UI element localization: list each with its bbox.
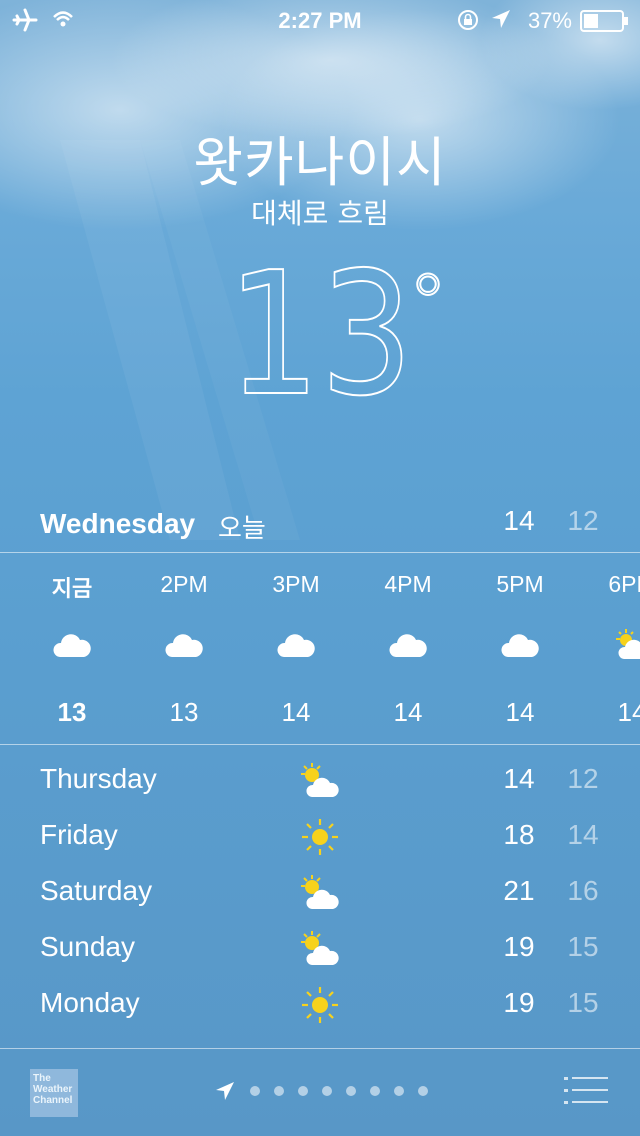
daily-day: Thursday [40,763,157,794]
page-dot [418,1086,428,1096]
daily-high: 19 [503,987,535,1018]
logo-text: Channel [33,1095,73,1106]
daily-low: 15 [567,987,599,1018]
status-bar: 2:27 PM 37% [0,0,640,40]
daily-day: Sunday [40,931,135,962]
today-day: Wednesday [40,508,196,539]
page-dot [322,1086,332,1096]
daily-day: Saturday [40,875,153,906]
daily-day: Monday [40,987,140,1018]
hourly-temp: 13 [169,697,199,727]
daily-high: 19 [503,931,535,962]
daily-low: 14 [567,819,599,850]
bottom-toolbar: The Weather Channel [0,1048,640,1136]
daily-row: Thursday 14 12 [0,755,640,811]
partly-sunny-icon [616,629,640,659]
list-icon[interactable] [562,1074,610,1108]
today-label: 오늘 [218,514,266,544]
daily-low: 12 [567,763,599,794]
hourly-temp: 14 [393,697,423,727]
weather-channel-logo[interactable]: The Weather Channel [30,1069,78,1117]
divider [0,744,640,745]
sun-icon [302,987,338,1023]
degree-symbol: ° [407,257,449,350]
today-low: 12 [567,505,599,536]
hourly-time: 3PM [272,571,320,597]
hourly-time: 2PM [160,571,208,597]
hourly-forecast[interactable]: 지금 13 2PM 13 3PM 14 4PM 14 5PM 14 6PM 14 [0,553,640,745]
page-dot [394,1086,404,1096]
sun-icon [302,819,338,855]
cloud-icon [501,634,539,657]
hourly-item: 5PM 14 [464,553,576,745]
hourly-item: 지금 13 [16,553,128,745]
partly-sunny-icon [301,763,339,797]
partly-sunny-icon [301,931,339,965]
hourly-temp: 14 [505,697,535,727]
today-summary: Wednesday 오늘 14 12 [0,505,640,545]
page-dot [274,1086,284,1096]
daily-day: Friday [40,819,118,850]
cloud-icon [277,634,315,657]
battery-icon [580,10,628,32]
weather-condition: 대체로 흐림 [251,197,389,230]
battery-percent: 37% [527,8,572,33]
hourly-time: 지금 [51,577,93,602]
cloud-icon [165,634,203,657]
page-dot [346,1086,356,1096]
daily-high: 18 [503,819,535,850]
daily-low: 16 [567,875,599,906]
daily-high: 14 [503,763,535,794]
page-dot [298,1086,308,1096]
hourly-time: 5PM [496,571,544,597]
daily-row: Sunday 19 15 [0,923,640,979]
location-arrow-icon [492,10,510,28]
hourly-temp: 13 [57,697,87,727]
logo-text: Weather [33,1084,73,1095]
city-name: 왓카나이시 [193,131,447,194]
daily-row: Friday 18 14 [0,811,640,867]
cloud-icon [53,634,91,657]
hourly-item: 6PM 14 [576,553,640,745]
rotation-lock-icon [458,10,478,30]
temperature-value: 13 [226,236,414,434]
daily-row: Monday 19 15 [0,979,640,1035]
daily-row: Saturday 21 16 [0,867,640,923]
partly-sunny-icon [301,875,339,909]
daily-high: 21 [503,875,535,906]
page-dot [370,1086,380,1096]
hourly-temp: 14 [617,697,640,727]
current-temperature: 13 ° [0,236,640,434]
daily-low: 15 [567,931,599,962]
hourly-item: 2PM 13 [128,553,240,745]
hourly-time: 4PM [384,571,432,597]
page-dot [250,1086,260,1096]
logo-text: The [33,1073,51,1084]
hourly-item: 3PM 14 [240,553,352,745]
today-high: 14 [503,505,535,536]
hourly-temp: 14 [281,697,311,727]
cloud-icon [389,634,427,657]
hourly-time: 6PM [608,571,640,597]
location-arrow-icon [216,1082,234,1100]
hourly-item: 4PM 14 [352,553,464,745]
